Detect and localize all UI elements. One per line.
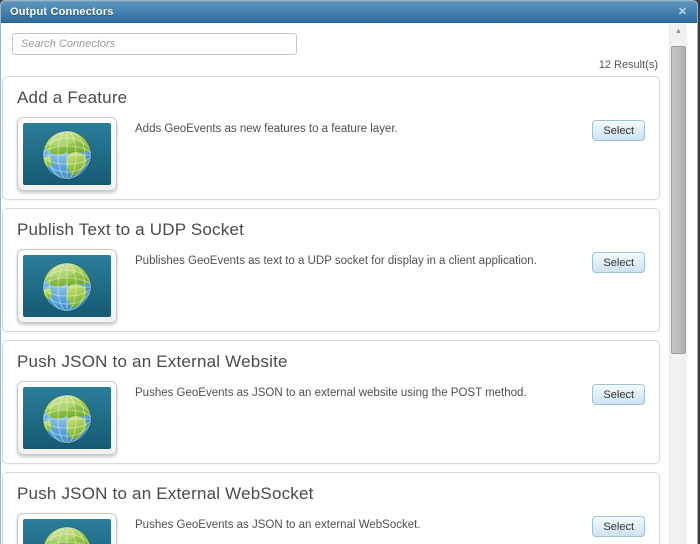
select-button[interactable]: Select xyxy=(592,120,645,141)
connector-title: Push JSON to an External WebSocket xyxy=(17,484,314,503)
connector-card-publish-text-udp: Publish Text to a UDP Socket Publishes G… xyxy=(2,208,660,332)
globe-icon xyxy=(23,519,111,544)
connector-title: Add a Feature xyxy=(17,88,128,107)
connector-title: Push JSON to an External Website xyxy=(17,352,288,371)
connector-card-push-json-websocket: Push JSON to an External WebSocket Pushe… xyxy=(2,472,660,544)
globe-icon xyxy=(23,123,111,185)
connector-card-add-a-feature: Add a Feature Adds GeoEvents as new feat… xyxy=(2,76,660,200)
search-input[interactable] xyxy=(12,33,297,55)
connector-thumbnail xyxy=(17,249,117,323)
connector-list: Add a Feature Adds GeoEvents as new feat… xyxy=(2,76,660,544)
select-button[interactable]: Select xyxy=(592,516,645,537)
connector-card-push-json-website: Push JSON to an External Website Pushes … xyxy=(2,340,660,464)
results-count: 12 Result(s) xyxy=(598,59,658,71)
select-button[interactable]: Select xyxy=(592,252,645,273)
scroll-up-arrow-icon[interactable]: ▲ xyxy=(670,24,687,41)
connector-thumbnail xyxy=(17,381,117,455)
globe-icon xyxy=(23,387,111,449)
select-button[interactable]: Select xyxy=(592,384,645,405)
connector-thumbnail xyxy=(17,513,117,544)
connector-thumbnail xyxy=(17,117,117,191)
close-icon[interactable]: ✕ xyxy=(675,5,690,20)
connector-description: Pushes GeoEvents as JSON to an external … xyxy=(135,387,527,399)
dialog-title: Output Connectors xyxy=(10,6,114,18)
connector-description: Pushes GeoEvents as JSON to an external … xyxy=(135,519,421,531)
connector-description: Publishes GeoEvents as text to a UDP soc… xyxy=(135,255,537,267)
globe-icon xyxy=(23,255,111,317)
vertical-scrollbar[interactable]: ▲ xyxy=(669,24,687,544)
output-connectors-dialog: Output Connectors ✕ 12 Result(s) Add a F… xyxy=(0,0,698,544)
scrollbar-thumb[interactable] xyxy=(671,46,686,354)
connector-title: Publish Text to a UDP Socket xyxy=(17,220,245,239)
dialog-titlebar[interactable]: Output Connectors ✕ xyxy=(1,1,697,23)
dialog-body: 12 Result(s) Add a Feature Adds GeoEvent… xyxy=(2,24,660,544)
connector-description: Adds GeoEvents as new features to a feat… xyxy=(135,123,398,135)
